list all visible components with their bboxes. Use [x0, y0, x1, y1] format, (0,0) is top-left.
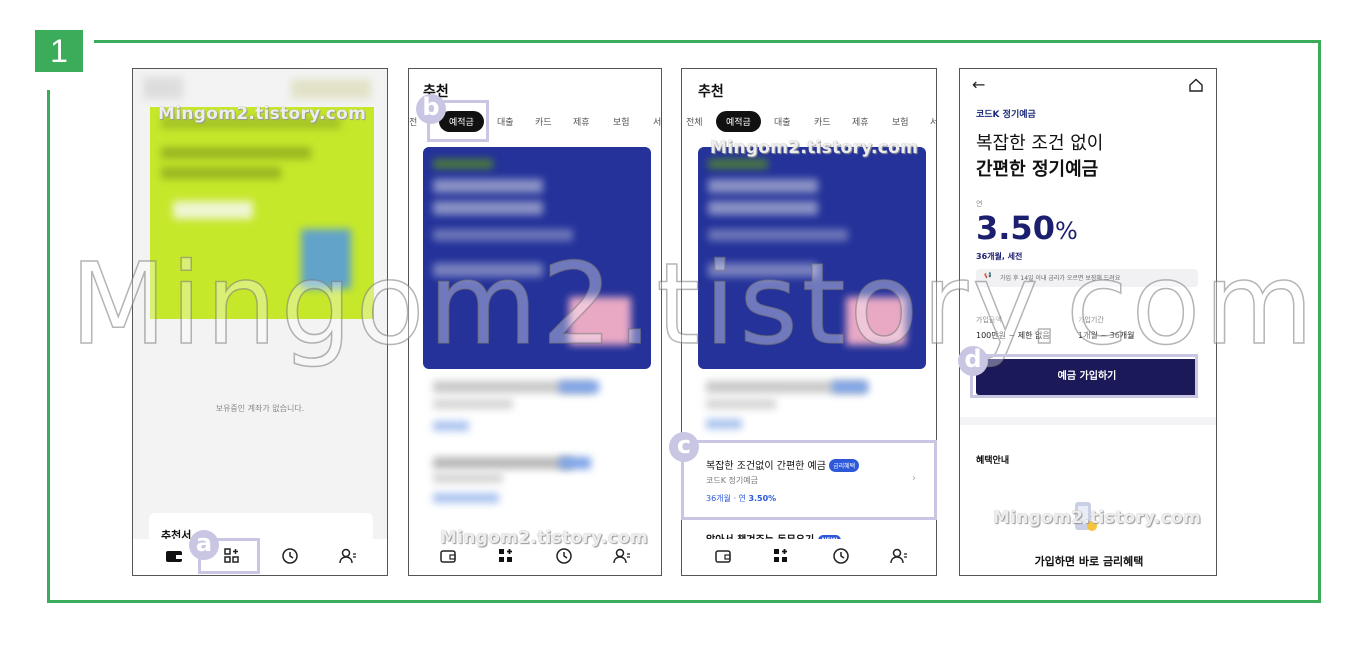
- benefits-title: 혜택안내: [976, 456, 1010, 466]
- blurred-card-line: [433, 201, 543, 215]
- step-number-badge: 1: [35, 30, 83, 72]
- blurred-card-line: [708, 179, 818, 193]
- rate-prefix: 연: [976, 200, 983, 208]
- clock-icon[interactable]: [555, 547, 573, 565]
- tab-more[interactable]: 서: [930, 115, 936, 128]
- blurred-list-tag: [559, 381, 599, 393]
- tab-partner[interactable]: 제휴: [573, 115, 590, 128]
- watermark-text: Mingom2.tistory.com: [440, 528, 649, 548]
- user-icon[interactable]: [339, 547, 357, 565]
- clock-icon[interactable]: [281, 547, 299, 565]
- blurred-card-line: [708, 201, 818, 215]
- highlight-d: [970, 354, 1198, 398]
- blurred-list-line: [433, 493, 499, 503]
- tab-card[interactable]: 카드: [535, 115, 552, 128]
- highlight-label-c: c: [669, 432, 699, 462]
- blurred-card-tag: [433, 159, 493, 169]
- user-icon[interactable]: [613, 547, 631, 565]
- tab-insurance[interactable]: 보험: [613, 115, 630, 128]
- bottom-nav: [133, 539, 387, 575]
- blurred-list-line: [433, 473, 503, 483]
- highlight-label-d: d: [958, 346, 988, 376]
- category-tabs: 전체 예적금 대출 카드 제휴 보험 서: [682, 111, 936, 133]
- highlight-label-a: a: [189, 530, 219, 560]
- home-icon[interactable]: [1188, 77, 1204, 97]
- section-divider: [960, 417, 1216, 425]
- blurred-header-left: [143, 77, 183, 99]
- user-icon[interactable]: [890, 547, 908, 565]
- back-arrow-icon[interactable]: ←: [972, 75, 985, 94]
- watermark-text: Mingom2.tistory.com: [158, 104, 367, 124]
- tab-partner[interactable]: 제휴: [852, 115, 869, 128]
- empty-accounts-text: 보유중인 계좌가 없습니다.: [215, 404, 305, 413]
- blurred-list-line: [706, 419, 742, 429]
- clock-icon[interactable]: [832, 547, 850, 565]
- tab-all[interactable]: 전: [409, 115, 417, 128]
- grid-icon[interactable]: [497, 547, 515, 565]
- highlight-c: [681, 440, 937, 520]
- grid-icon[interactable]: [772, 547, 790, 565]
- tab-loan[interactable]: 대출: [497, 115, 514, 128]
- blurred-header-right: [291, 79, 371, 99]
- blurred-list-line: [433, 421, 469, 431]
- tab-deposit[interactable]: 예적금: [716, 111, 761, 132]
- blurred-list-tag: [832, 381, 868, 393]
- tab-insurance[interactable]: 보험: [892, 115, 909, 128]
- wallet-icon[interactable]: [439, 547, 457, 565]
- tab-card[interactable]: 카드: [814, 115, 831, 128]
- blurred-list-line: [433, 399, 513, 409]
- blurred-card-line: [433, 179, 543, 193]
- headline-line1: 복잡한 조건 없이: [976, 133, 1104, 154]
- blurred-card-tag: [708, 159, 768, 169]
- blurred-banner-line: [161, 147, 311, 159]
- watermark-large: Mingom2.tistory.com: [69, 239, 1318, 371]
- tab-all[interactable]: 전체: [686, 115, 703, 128]
- page-title: 추천: [698, 84, 724, 100]
- headline-line2: 간편한 정기예금: [976, 159, 1099, 180]
- highlight-label-b: b: [416, 94, 446, 124]
- product-name: 코드K 정기예금: [976, 110, 1036, 120]
- tab-more[interactable]: 서: [653, 115, 661, 128]
- blurred-list-tag: [559, 457, 591, 469]
- tab-loan[interactable]: 대출: [774, 115, 791, 128]
- watermark-text: Mingom2.tistory.com: [993, 508, 1202, 528]
- blurred-list-line: [433, 457, 573, 469]
- wallet-icon[interactable]: [165, 547, 183, 565]
- wallet-icon[interactable]: [714, 547, 732, 565]
- blurred-banner-button[interactable]: [173, 201, 253, 219]
- bottom-nav: [682, 539, 936, 575]
- blurred-banner-line: [161, 167, 281, 179]
- benefits-text: 가입하면 바로 금리혜택: [1034, 555, 1144, 568]
- blurred-list-line: [706, 399, 776, 409]
- watermark-text: Mingom2.tistory.com: [710, 138, 919, 158]
